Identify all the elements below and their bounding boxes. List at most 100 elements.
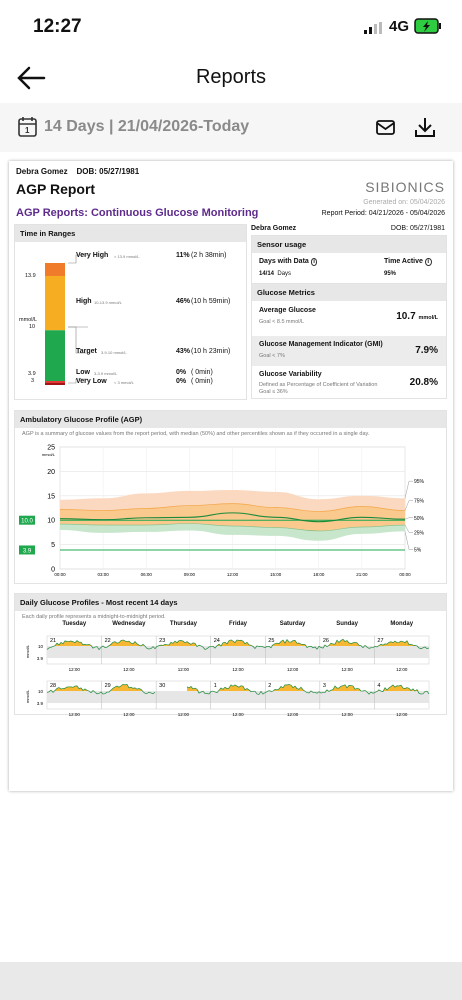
tir-row-time: (10 h 59min) <box>191 298 231 305</box>
daily-y-10: 10 <box>38 644 44 649</box>
glucose-metrics-panel: Glucose Metrics Average Glucose Goal < 8… <box>251 283 447 399</box>
daily-date-label: 26 <box>323 638 329 644</box>
daily-y-10: 10 <box>38 689 44 694</box>
generated-date: Generated on: 05/04/2026 <box>363 199 445 206</box>
date-range-bar[interactable]: 1 14 Days | 21/04/2026-Today <box>0 103 462 152</box>
daily-noon-tick: 12:00 <box>69 712 81 717</box>
days-with-data-value: 14/14 Days <box>259 271 292 277</box>
weekday-label: Friday <box>228 621 247 627</box>
tir-row-time: ( 0min) <box>191 369 213 376</box>
glucose-variability-label: Glucose Variability <box>259 371 322 378</box>
info-icon[interactable]: i <box>310 258 318 266</box>
weekday-label: Thursday <box>169 621 197 627</box>
weekday-label: Saturday <box>279 621 306 627</box>
patient-dob: DOB: 05/27/1981 <box>76 167 140 176</box>
daily-y-unit: mmol/L <box>25 689 30 703</box>
agp-x-tick: 18:00 <box>313 572 325 577</box>
average-glucose-label: Average Glucose <box>259 307 316 314</box>
weekday-label: Tuesday <box>62 621 87 627</box>
agp-y-tick: 20 <box>47 469 55 476</box>
daily-noon-tick: 12:00 <box>123 667 135 672</box>
daily-date-label: 30 <box>159 683 165 689</box>
tir-row-label: Low <box>76 369 90 376</box>
svg-text:1: 1 <box>25 126 30 135</box>
patient-dob-secondary: DOB: 05/27/1981 <box>390 225 445 232</box>
agp-y-tick: 15 <box>47 493 55 500</box>
tir-axis-13-9: 13.9 <box>25 273 36 279</box>
agp-percentile-leader <box>404 480 413 499</box>
date-range-label[interactable]: 14 Days | 21/04/2026-Today <box>44 118 249 136</box>
tir-row-range: 3.9-10 mmol/L <box>101 350 127 355</box>
agp-y-tick: 5 <box>51 542 55 549</box>
agp-target-high-label: 10.0 <box>21 519 33 525</box>
page-title: Reports <box>195 66 267 88</box>
daily-date-label: 29 <box>105 683 111 689</box>
download-icon[interactable] <box>414 116 436 138</box>
daily-noon-tick: 12:00 <box>232 667 244 672</box>
report-subtitle: AGP Reports: Continuous Glucose Monitori… <box>16 207 259 219</box>
gmi-label: Glucose Management Indicator (GMI) <box>259 341 383 348</box>
daily-profiles-chart: 2112:002212:002312:002412:002512:002612:… <box>25 635 430 717</box>
daily-date-label: 23 <box>159 638 165 644</box>
agp-x-tick: 12:00 <box>227 572 239 577</box>
tir-row-time: ( 0min) <box>191 378 213 385</box>
daily-date-label: 1 <box>214 683 217 689</box>
status-time: 12:27 <box>33 16 82 37</box>
calendar-icon[interactable]: 1 <box>18 116 38 138</box>
signal-icon <box>364 22 382 34</box>
agp-percentile-label: 95% <box>414 479 425 485</box>
glucose-metrics-header: Glucose Metrics <box>252 284 446 301</box>
daily-date-label: 28 <box>50 683 56 689</box>
sensor-usage-panel: Sensor usage Days with Data i 14/14 Days… <box>251 235 447 285</box>
agp-percentile-label: 25% <box>414 530 425 536</box>
tir-row-range: < 3 mmol/L <box>114 380 134 385</box>
agp-percentile-leader <box>404 517 413 520</box>
tir-axis-unit: mmol/L <box>19 317 38 323</box>
battery-charging-icon <box>414 18 441 34</box>
status-bar: 12:27 4G <box>0 0 462 50</box>
daily-noon-tick: 12:00 <box>287 712 299 717</box>
patient-name: Debra Gomez <box>16 167 68 176</box>
tir-row-percent: 43% <box>176 348 191 355</box>
tir-row-percent: 11% <box>176 252 190 259</box>
weekday-label: Sunday <box>336 621 358 627</box>
tir-row-time: (2 h 38min) <box>191 252 227 259</box>
patient-header: Debra Gomez DOB: 05/27/1981 <box>16 167 139 176</box>
tir-axis-3-9: 3.9 <box>28 371 36 377</box>
daily-profiles-panel: Daily Glucose Profiles - Most recent 14 … <box>14 593 447 717</box>
tir-row-label: Target <box>76 348 97 355</box>
weekday-label: Monday <box>390 621 414 627</box>
agp-y-tick: 10 <box>47 518 55 525</box>
glucose-variability-goal: Defined as Percentage of Coefficient of … <box>259 382 378 388</box>
info-icon[interactable]: i <box>424 258 432 266</box>
agp-x-tick: 21:00 <box>356 572 368 577</box>
time-in-ranges-panel: Time in Ranges 13.9 mmol/L 10 3.9 3 Very… <box>14 224 247 400</box>
daily-date-label: 3 <box>323 683 326 689</box>
tir-row-label: High <box>76 298 92 305</box>
tir-row-percent: 0% <box>176 369 187 376</box>
agp-panel: Ambulatory Glucose Profile (AGP) AGP is … <box>14 410 447 584</box>
daily-noon-tick: 12:00 <box>342 667 354 672</box>
daily-date-label: 22 <box>105 638 111 644</box>
tir-high-segment <box>45 275 65 331</box>
tir-stacked-bar <box>45 263 65 385</box>
home-indicator-area <box>0 962 462 1000</box>
tir-axis-3: 3 <box>31 378 35 384</box>
agp-percentile-label: 75% <box>414 499 425 505</box>
mail-icon[interactable] <box>376 120 396 136</box>
daily-noon-tick: 12:00 <box>178 667 190 672</box>
daily-y-unit: mmol/L <box>25 644 30 658</box>
report-period: Report Period: 04/21/2026 - 05/04/2026 <box>321 210 445 217</box>
agp-percentile-leader <box>404 500 413 511</box>
daily-date-label: 21 <box>50 638 56 644</box>
daily-y-3-9: 3.9 <box>37 656 44 661</box>
agp-x-tick: 09:00 <box>184 572 196 577</box>
tir-row-percent: 46% <box>176 298 191 305</box>
daily-date-label: 24 <box>214 638 220 644</box>
agp-x-tick: 03:00 <box>97 572 109 577</box>
daily-date-label: 4 <box>377 683 380 689</box>
time-active-value: 95% <box>384 271 397 277</box>
daily-date-label: 27 <box>377 638 383 644</box>
tir-very-low-edge <box>45 383 65 385</box>
daily-noon-tick: 12:00 <box>342 712 354 717</box>
